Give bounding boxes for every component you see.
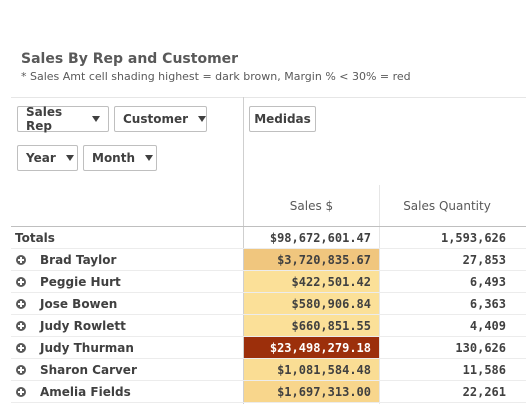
- totals-quantity: 1,593,626: [440, 230, 506, 245]
- totals-label: Totals: [15, 231, 55, 245]
- table-row[interactable]: Judy Rowlett $660,851.55 4,409: [11, 315, 526, 337]
- table-row[interactable]: Jose Bowen $580,906.84 6,363: [11, 293, 526, 315]
- rep-name-cell[interactable]: Peggie Hurt: [16, 271, 121, 293]
- caret-down-icon: [198, 116, 207, 122]
- quantity-cell: 27,853: [462, 252, 506, 267]
- expand-plus-icon[interactable]: [16, 255, 26, 265]
- rep-name-cell[interactable]: Jose Bowen: [16, 293, 117, 315]
- sales-cell: $660,851.55: [244, 315, 379, 336]
- rep-name-label: Amelia Fields: [40, 385, 131, 399]
- table-row[interactable]: Peggie Hurt $422,501.42 6,493: [11, 271, 526, 293]
- rep-name-cell[interactable]: Brad Taylor: [16, 249, 116, 271]
- customer-filter[interactable]: Customer: [114, 106, 207, 132]
- customer-filter-label: Customer: [123, 112, 189, 126]
- rep-name-label: Sharon Carver: [40, 363, 137, 377]
- measures-label: Medidas: [254, 112, 311, 126]
- column-header-sales[interactable]: Sales $: [244, 185, 379, 227]
- sales-cell: $23,498,279.18: [244, 337, 379, 358]
- expand-plus-icon[interactable]: [16, 387, 26, 397]
- quantity-cell: 6,363: [469, 296, 506, 311]
- caret-down-icon: [92, 116, 100, 122]
- quantity-cell: 22,261: [462, 384, 506, 399]
- rep-name-label: Jose Bowen: [40, 297, 118, 311]
- expand-plus-icon[interactable]: [16, 321, 26, 331]
- year-filter-label: Year: [26, 151, 56, 165]
- rep-name-cell[interactable]: Amelia Fields: [16, 381, 131, 403]
- rep-name-label: Brad Taylor: [40, 253, 117, 267]
- year-filter[interactable]: Year: [17, 145, 78, 171]
- rep-name-cell[interactable]: Sharon Carver: [16, 359, 137, 381]
- expand-plus-icon[interactable]: [16, 343, 26, 353]
- sales-cell: $1,697,313.00: [244, 381, 379, 402]
- sales-cell: $422,501.42: [244, 271, 379, 292]
- caret-down-icon: [145, 155, 154, 161]
- month-filter[interactable]: Month: [83, 145, 157, 171]
- sales-cell: $580,906.84: [244, 293, 379, 314]
- quantity-cell: 11,586: [462, 362, 506, 377]
- quantity-cell: 6,493: [469, 274, 506, 289]
- expand-plus-icon[interactable]: [16, 299, 26, 309]
- sales-cell: $3,720,835.67: [244, 249, 379, 270]
- sales-rep-filter-label: Sales Rep: [26, 105, 63, 133]
- expand-plus-icon[interactable]: [16, 365, 26, 375]
- divider: [11, 97, 526, 98]
- quantity-cell: 130,626: [455, 340, 506, 355]
- sales-cell: $1,081,584.48: [244, 359, 379, 380]
- quantity-cell: 4,409: [469, 318, 506, 333]
- chart-title: Sales By Rep and Customer: [21, 51, 239, 67]
- row-divider: [11, 402, 526, 403]
- totals-sales: $98,672,601.47: [269, 230, 371, 245]
- sales-rep-filter[interactable]: Sales Rep: [17, 105, 109, 133]
- month-filter-label: Month: [92, 151, 136, 165]
- column-header-quantity[interactable]: Sales Quantity: [380, 185, 514, 227]
- caret-down-icon: [65, 155, 74, 161]
- table-row[interactable]: Sharon Carver $1,081,584.48 11,586: [11, 359, 526, 381]
- rep-name-label: Judy Thurman: [40, 341, 134, 355]
- table-row[interactable]: Judy Thurman $23,498,279.18 130,626: [11, 337, 526, 359]
- table-row[interactable]: Brad Taylor $3,720,835.67 27,853: [11, 249, 526, 271]
- table-row[interactable]: Amelia Fields $1,697,313.00 22,261: [11, 381, 526, 403]
- rep-name-label: Peggie Hurt: [40, 275, 121, 289]
- expand-plus-icon[interactable]: [16, 277, 26, 287]
- rep-name-label: Judy Rowlett: [40, 319, 126, 333]
- totals-row: Totals $98,672,601.47 1,593,626: [11, 227, 526, 249]
- rep-name-cell[interactable]: Judy Thurman: [16, 337, 134, 359]
- rep-name-cell[interactable]: Judy Rowlett: [16, 315, 126, 337]
- chart-subtitle: * Sales Amt cell shading highest = dark …: [21, 70, 411, 83]
- measures-button[interactable]: Medidas: [249, 106, 316, 132]
